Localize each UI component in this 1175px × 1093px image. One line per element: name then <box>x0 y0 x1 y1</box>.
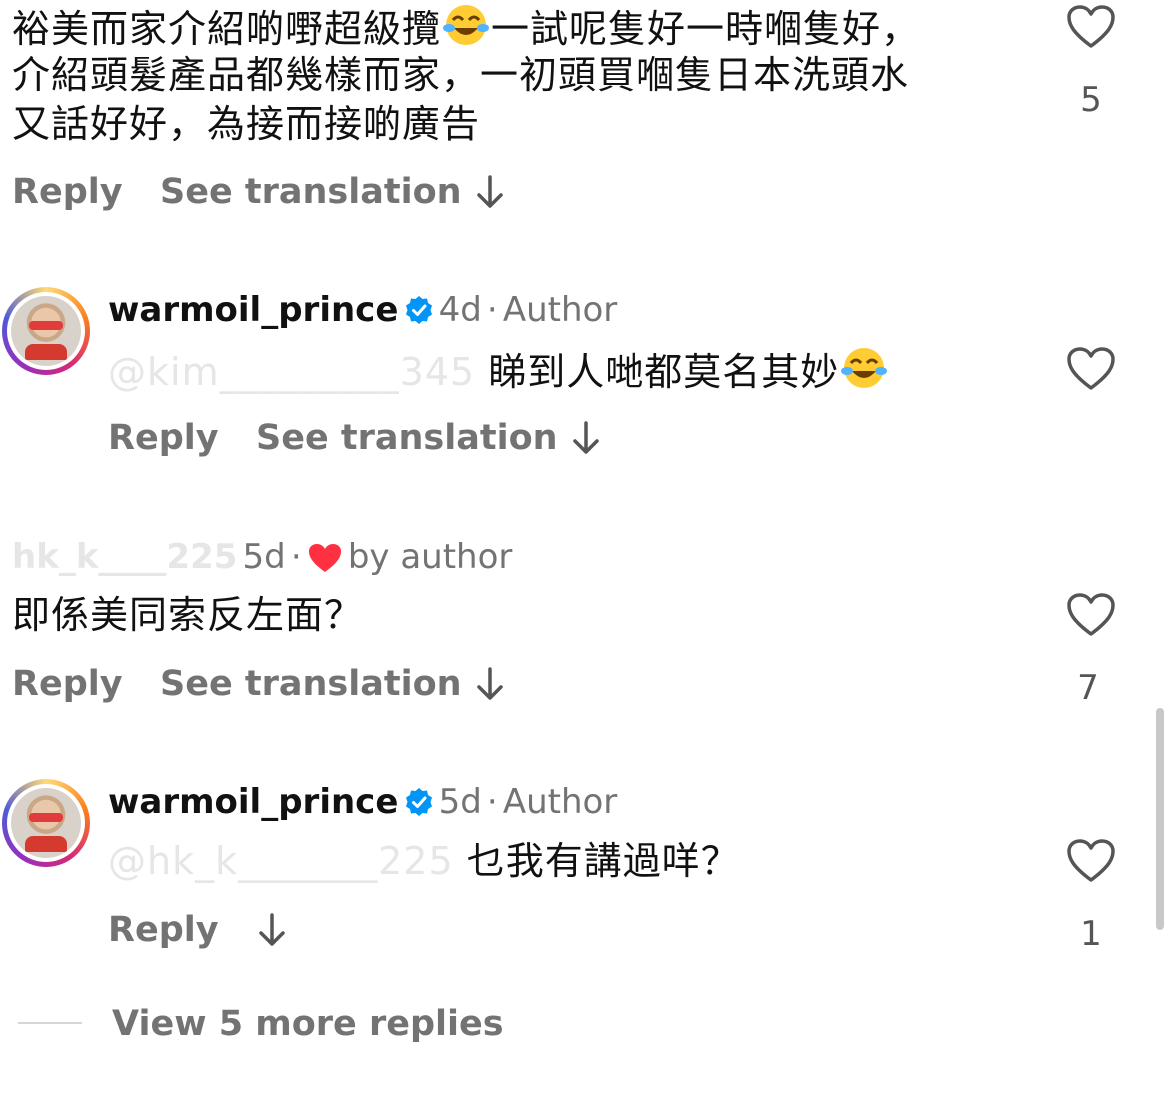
comment-1-text-line-2: 介紹頭髮產品都幾樣而家，一初頭買嗰隻日本洗頭水 <box>12 53 910 97</box>
reply-button[interactable]: Reply <box>108 910 219 950</box>
comment-4-header: warmoil_prince 5d · Author <box>108 782 618 822</box>
author-badge: Author <box>502 782 618 822</box>
like-count: 5 <box>1080 80 1102 120</box>
arrow-down-icon[interactable] <box>476 174 504 210</box>
liked-by-author: by author <box>347 537 513 577</box>
comment-4-text: @hk_k_______225 乜我有講過咩？ <box>108 839 740 883</box>
timestamp: 5d <box>438 782 482 822</box>
like-count: 1 <box>1080 914 1102 954</box>
heart-outline-icon[interactable] <box>1066 838 1116 884</box>
like-count: 7 <box>1077 668 1099 708</box>
mention[interactable]: @kim_________345 <box>108 350 475 394</box>
avatar-photo <box>11 296 81 366</box>
see-translation-button[interactable]: See translation <box>256 418 558 458</box>
reply-button[interactable]: Reply <box>12 172 123 212</box>
mention[interactable]: @hk_k_______225 <box>108 839 454 883</box>
verified-badge-icon <box>405 788 432 816</box>
scrollbar[interactable] <box>1156 708 1164 930</box>
verified-badge-icon <box>405 296 432 324</box>
heart-outline-icon[interactable] <box>1066 346 1116 392</box>
comment-3-text: 即係美同索反左面？ <box>12 593 364 637</box>
see-translation-button[interactable]: See translation <box>160 172 462 212</box>
arrow-down-icon[interactable] <box>572 420 600 456</box>
comment-1-text-line-3: 又話好好，為接而接啲廣告 <box>12 102 481 146</box>
timestamp: 4d <box>438 290 482 330</box>
comment-3-header: hk_k____225 5d · by author <box>12 537 513 577</box>
username[interactable]: hk_k____225 <box>12 537 237 577</box>
avatar[interactable] <box>2 287 90 375</box>
see-translation-button[interactable]: See translation <box>160 664 462 704</box>
author-badge: Author <box>502 290 618 330</box>
reply-button[interactable]: Reply <box>12 664 123 704</box>
avatar[interactable] <box>2 779 90 867</box>
comment-2-header: warmoil_prince 4d · Author <box>108 290 618 330</box>
reply-button[interactable]: Reply <box>108 418 219 458</box>
face-with-tears-of-joy-icon <box>443 5 490 45</box>
arrow-down-icon[interactable] <box>258 912 286 948</box>
avatar-photo <box>11 788 81 858</box>
heart-outline-icon[interactable] <box>1066 592 1116 638</box>
comment-1-text: 裕美而家介紹啲嘢超級攬 一試呢隻好一時嗰隻好， <box>12 2 920 54</box>
view-more-replies-button[interactable]: View 5 more replies <box>112 1004 504 1044</box>
timestamp: 5d <box>242 537 286 577</box>
red-heart-icon <box>308 544 341 572</box>
arrow-down-icon[interactable] <box>476 666 504 702</box>
face-with-tears-of-joy-icon <box>841 348 888 388</box>
heart-outline-icon[interactable] <box>1066 4 1116 50</box>
username[interactable]: warmoil_prince <box>108 290 398 330</box>
replies-divider <box>18 1022 82 1024</box>
username[interactable]: warmoil_prince <box>108 782 398 822</box>
comment-2-text: @kim_________345 睇到人哋都莫名其妙 <box>108 345 889 397</box>
